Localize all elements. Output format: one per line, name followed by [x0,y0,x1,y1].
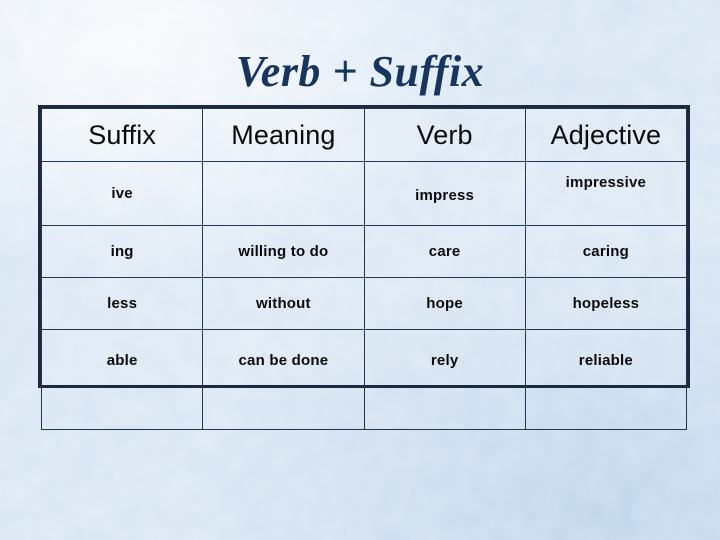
suffix-table: Suffix Meaning Verb Adjective ive impres… [38,105,690,430]
cell-verb: hope [363,277,526,330]
cell-meaning: without [202,277,365,330]
slide-canvas: Verb + Suffix Suffix Meaning Verb Adject… [0,0,720,540]
suffix-table-grid: Suffix Meaning Verb Adjective ive impres… [40,108,688,430]
column-header-adjective: Adjective [524,108,688,162]
cell-adjective: impressive [524,161,688,226]
cell-verb: care [363,225,526,278]
page-title: Verb + Suffix [235,47,485,96]
table-row: able can be done rely reliable [40,329,688,430]
column-header-meaning: Meaning [202,108,365,162]
cell-meaning: can be done [202,329,365,430]
cell-meaning [202,161,365,226]
column-header-verb: Verb [363,108,526,162]
cell-suffix: able [40,329,204,430]
table-row: ing willing to do care caring [40,225,688,278]
cell-suffix: less [40,277,204,330]
cell-verb: impress [363,161,526,226]
table-header-row: Suffix Meaning Verb Adjective [40,108,688,162]
cell-meaning: willing to do [202,225,365,278]
cell-adjective: caring [524,225,688,278]
cell-adjective: reliable [524,329,688,430]
table-row: less without hope hopeless [40,277,688,330]
cell-suffix: ing [40,225,204,278]
cell-adjective: hopeless [524,277,688,330]
cell-suffix: ive [40,161,204,226]
cell-verb: rely [363,329,526,430]
column-header-suffix: Suffix [40,108,204,162]
table-row: ive impress impressive [40,161,688,226]
